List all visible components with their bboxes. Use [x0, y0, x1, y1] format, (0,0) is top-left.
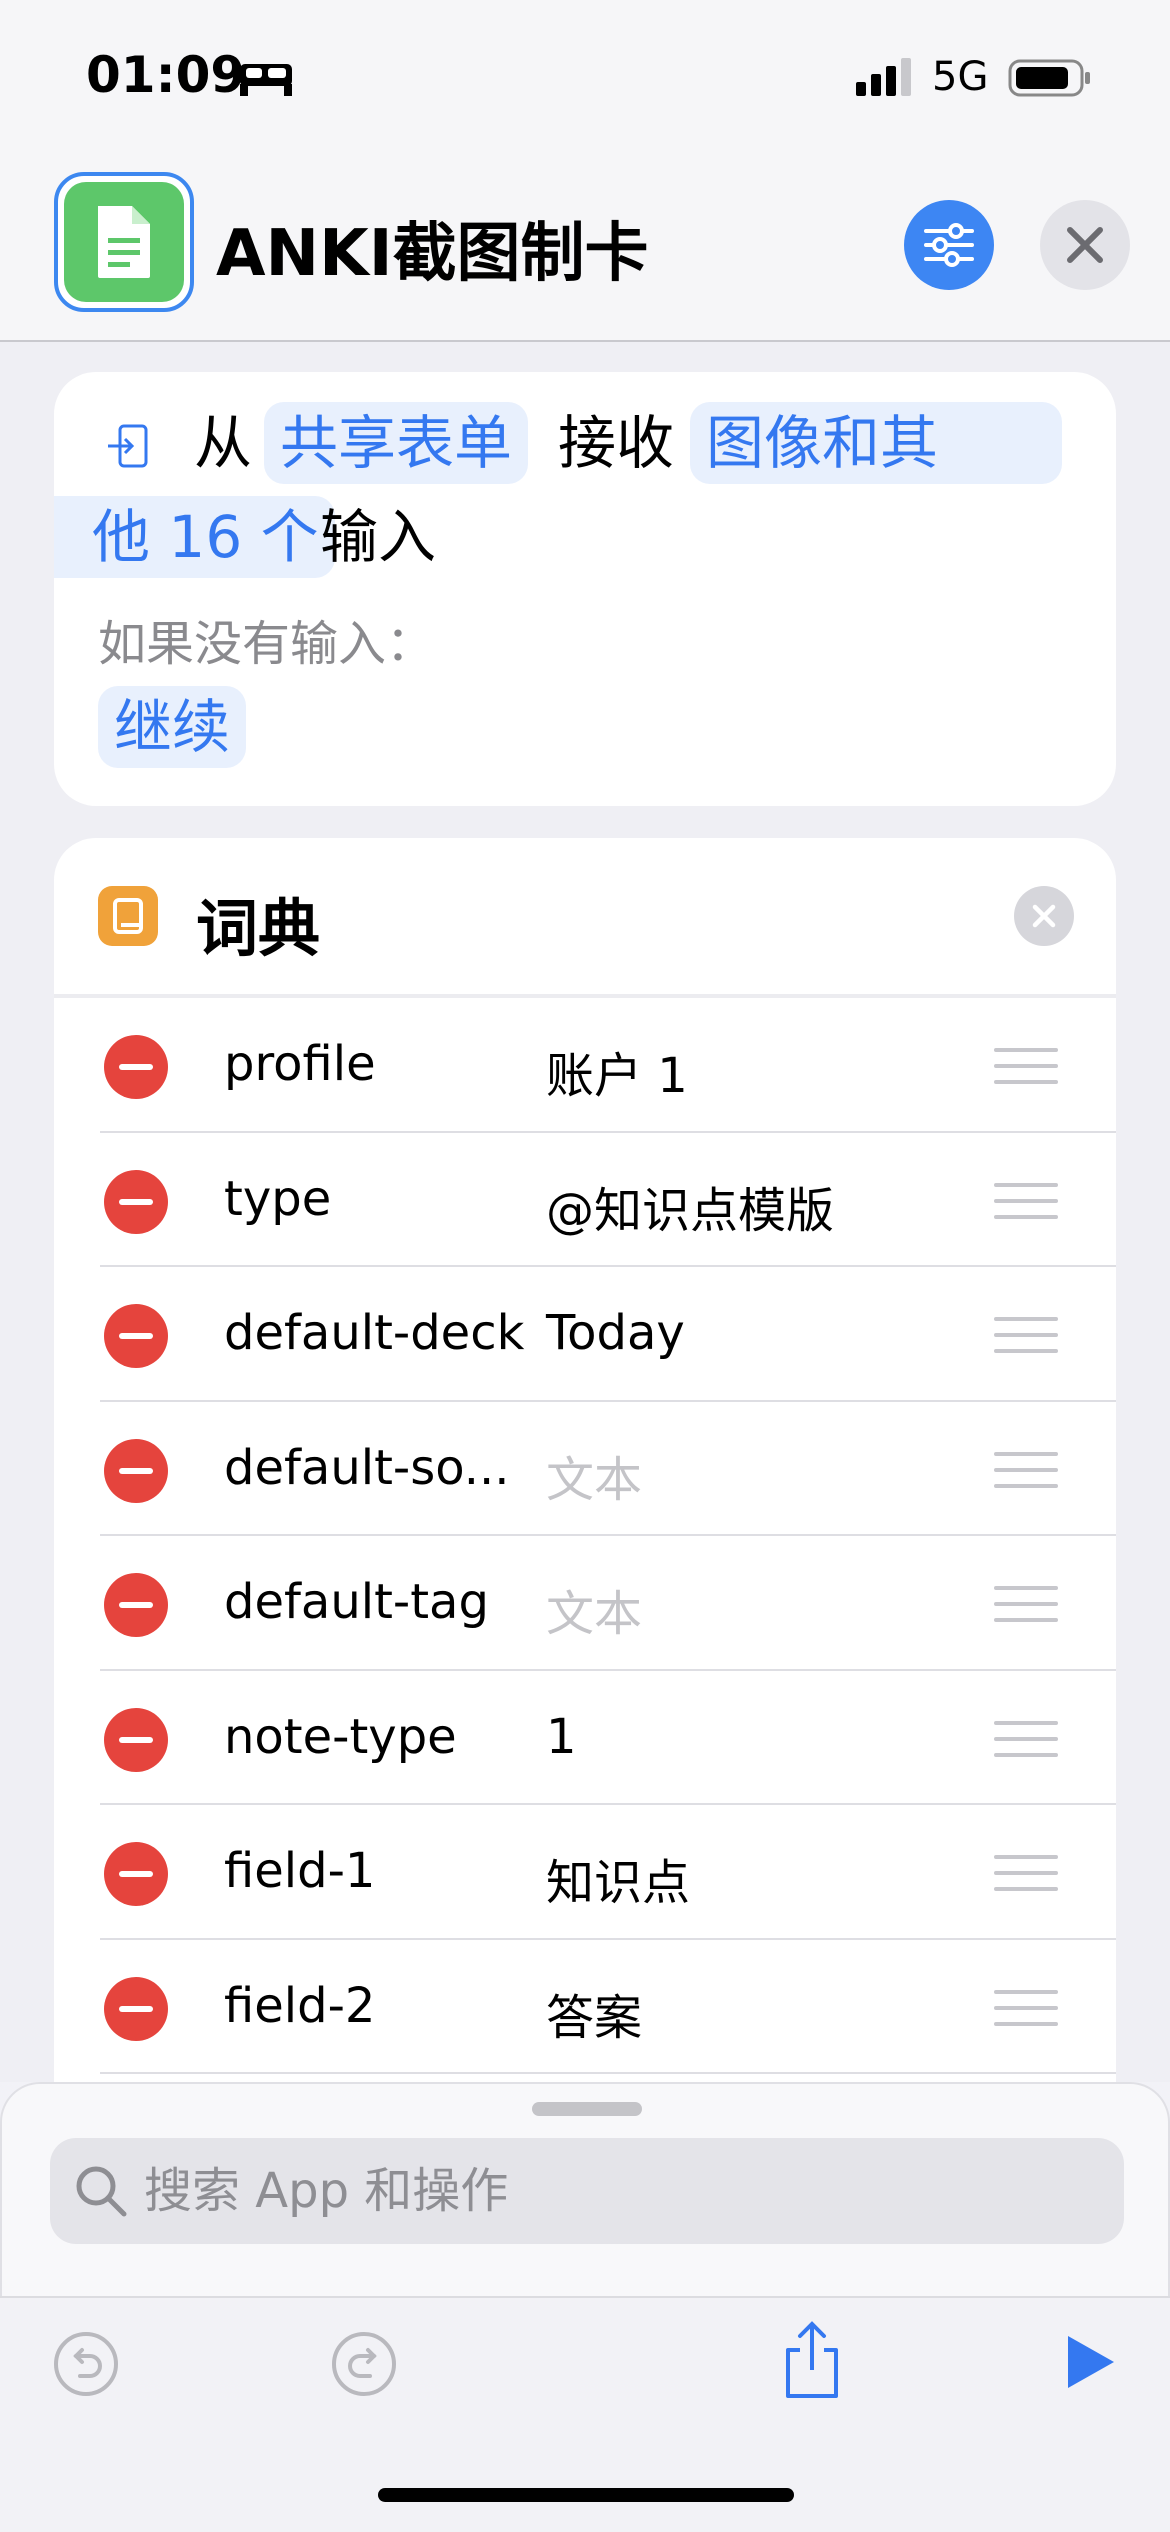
dictionary-row: default-tag 文本 — [54, 1536, 1116, 1671]
bed-icon — [240, 64, 292, 96]
sheet-grabber[interactable] — [532, 2102, 642, 2116]
drag-handle-icon[interactable] — [994, 1317, 1058, 1353]
row-key[interactable]: default-tag — [224, 1574, 489, 1630]
remove-action-button[interactable] — [1014, 886, 1074, 946]
dictionary-row: default-deck Today — [54, 1267, 1116, 1402]
actions-sheet — [0, 2082, 1170, 2302]
close-icon — [1032, 904, 1056, 928]
minus-icon — [119, 1467, 153, 1474]
row-value[interactable]: 1 — [546, 1709, 577, 1765]
drag-handle-icon[interactable] — [994, 1989, 1058, 2026]
row-key[interactable]: default-deck — [224, 1305, 524, 1361]
dictionary-row: field-2 答案 — [54, 1940, 1116, 2075]
row-value-placeholder[interactable]: 文本 — [546, 1440, 642, 1510]
close-button[interactable] — [1040, 200, 1130, 290]
delete-row-button[interactable] — [104, 1035, 168, 1099]
no-input-hint: 如果没有输入： — [98, 616, 435, 672]
home-indicator — [378, 2488, 794, 2502]
row-value-placeholder[interactable]: 文本 — [546, 1574, 642, 1644]
shortcut-header: ANKI截图制卡 — [0, 150, 1170, 342]
delete-row-button[interactable] — [104, 1976, 168, 2041]
row-value[interactable]: 账户 1 — [546, 1036, 688, 1106]
dictionary-action[interactable]: 词典 profile 账户 1 type @知识点模版 default-deck… — [54, 838, 1116, 2138]
input-label: 输入 — [320, 503, 437, 571]
document-icon — [64, 182, 184, 302]
network-label: 5G — [932, 54, 989, 100]
play-icon[interactable] — [1064, 2332, 1118, 2392]
share-icon[interactable] — [780, 2320, 844, 2400]
redo-icon[interactable] — [330, 2330, 398, 2398]
minus-icon — [119, 1198, 153, 1205]
shortcut-title[interactable]: ANKI截图制卡 — [216, 202, 649, 294]
dictionary-row: profile 账户 1 — [54, 998, 1116, 1133]
delete-row-button[interactable] — [104, 1304, 168, 1368]
row-key[interactable]: profile — [224, 1036, 376, 1092]
drag-handle-icon[interactable] — [994, 1720, 1058, 1757]
row-value[interactable]: 答案 — [546, 1978, 642, 2048]
shortcut-icon-button[interactable] — [54, 172, 194, 312]
source-parameter[interactable]: 共享表单 — [264, 402, 529, 484]
delete-row-button[interactable] — [104, 1438, 168, 1503]
input-types-parameter-cont[interactable]: 他 16 个 — [54, 496, 335, 578]
drag-handle-icon[interactable] — [994, 1048, 1058, 1084]
dictionary-row: type @知识点模版 — [54, 1133, 1116, 1268]
settings-button[interactable] — [904, 200, 994, 290]
status-bar: 01:09 5G — [0, 0, 1170, 150]
drag-handle-icon[interactable] — [994, 1855, 1058, 1891]
dictionary-row: note-type 1 — [54, 1671, 1116, 1806]
no-input-action-parameter[interactable]: 继续 — [98, 686, 247, 768]
minus-icon — [119, 1602, 153, 1608]
delete-row-button[interactable] — [104, 1707, 168, 1772]
minus-icon — [119, 1871, 153, 1877]
search-field[interactable] — [50, 2138, 1124, 2244]
minus-icon — [119, 1736, 153, 1743]
row-value[interactable]: @知识点模版 — [546, 1171, 834, 1241]
receive-input-action[interactable]: 从 共享表单 接收 图像和其 他 16 个 输入 如果没有输入： 继续 — [54, 372, 1116, 806]
drag-handle-icon[interactable] — [994, 1182, 1058, 1219]
book-icon — [98, 886, 158, 946]
row-key[interactable]: field-1 — [224, 1843, 375, 1899]
editor-canvas[interactable]: 从 共享表单 接收 图像和其 他 16 个 输入 如果没有输入： 继续 词典 p… — [0, 342, 1170, 2138]
drag-handle-icon[interactable] — [994, 1451, 1058, 1488]
from-label: 从 — [194, 409, 253, 477]
signal-icon — [856, 58, 911, 96]
receive-input-icon — [108, 424, 148, 468]
dictionary-rows: profile 账户 1 type @知识点模版 default-deck To… — [54, 998, 1116, 2074]
row-key[interactable]: note-type — [224, 1709, 457, 1765]
search-input[interactable] — [142, 2138, 1102, 2244]
minus-icon — [119, 1064, 153, 1070]
minus-icon — [119, 2005, 153, 2012]
row-key[interactable]: default-so... — [224, 1440, 510, 1496]
search-icon — [76, 2166, 127, 2217]
delete-row-button[interactable] — [104, 1169, 168, 1234]
dictionary-row: field-1 知识点 — [54, 1805, 1116, 1940]
drag-handle-icon[interactable] — [994, 1586, 1058, 1622]
row-key[interactable]: field-2 — [224, 1978, 375, 2034]
receive-label: 接收 — [558, 409, 675, 477]
sliders-icon — [924, 223, 974, 267]
row-value[interactable]: 知识点 — [546, 1843, 690, 1913]
row-key[interactable]: type — [224, 1171, 331, 1227]
undo-icon[interactable] — [52, 2330, 120, 2398]
dictionary-title: 词典 — [196, 892, 321, 965]
row-value[interactable]: Today — [546, 1305, 685, 1361]
close-icon — [1067, 227, 1103, 263]
battery-icon — [1008, 59, 1090, 97]
input-types-parameter[interactable]: 图像和其 — [690, 402, 1062, 484]
minus-icon — [119, 1333, 153, 1339]
delete-row-button[interactable] — [104, 1842, 168, 1906]
status-time: 01:09 — [86, 46, 246, 104]
dictionary-row: default-so... 文本 — [54, 1402, 1116, 1537]
delete-row-button[interactable] — [104, 1573, 168, 1637]
dictionary-header: 词典 — [54, 838, 1116, 998]
